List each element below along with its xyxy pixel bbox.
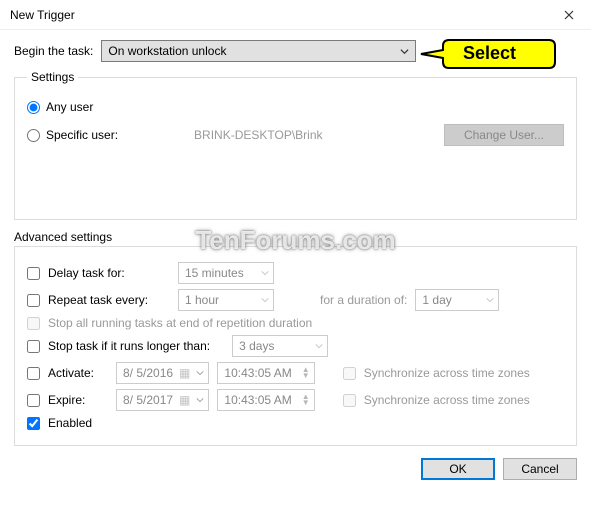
spinner-icon: ▲▼ xyxy=(302,394,310,406)
expire-time[interactable]: 10:43:05 AM ▲▼ xyxy=(217,389,314,411)
begin-task-label: Begin the task: xyxy=(14,44,93,58)
enabled-label: Enabled xyxy=(48,416,92,430)
chevron-down-icon xyxy=(261,296,269,304)
begin-task-value: On workstation unlock xyxy=(108,44,226,58)
chevron-down-icon xyxy=(196,369,204,377)
begin-task-select[interactable]: On workstation unlock xyxy=(101,40,416,62)
select-callout: Select xyxy=(419,36,559,72)
calendar-icon: ▦ xyxy=(179,393,190,407)
titlebar: New Trigger xyxy=(0,0,591,30)
stop-task-checkbox[interactable] xyxy=(27,340,40,353)
repeat-checkbox[interactable] xyxy=(27,294,40,307)
activate-date-value: 8/ 5/2016 xyxy=(123,366,173,380)
settings-legend: Settings xyxy=(27,70,78,84)
stop-task-select[interactable]: 3 days xyxy=(232,335,328,357)
stop-rep-label: Stop all running tasks at end of repetit… xyxy=(48,316,312,330)
chevron-down-icon xyxy=(315,342,323,350)
stop-task-value: 3 days xyxy=(239,339,274,353)
expire-date-value: 8/ 5/2017 xyxy=(123,393,173,407)
stop-rep-checkbox xyxy=(27,317,40,330)
duration-select[interactable]: 1 day xyxy=(415,289,499,311)
callout-label: Select xyxy=(463,43,516,64)
advanced-group: Delay task for: 15 minutes Repeat task e… xyxy=(14,246,577,446)
expire-label: Expire: xyxy=(48,393,108,407)
duration-label: for a duration of: xyxy=(320,293,407,307)
close-icon xyxy=(564,10,574,20)
specific-user-label: Specific user: xyxy=(46,128,118,142)
calendar-icon: ▦ xyxy=(179,366,190,380)
chevron-down-icon xyxy=(486,296,494,304)
stop-task-label: Stop task if it runs longer than: xyxy=(48,339,210,353)
activate-checkbox[interactable] xyxy=(27,367,40,380)
delay-checkbox[interactable] xyxy=(27,267,40,280)
repeat-label: Repeat task every: xyxy=(48,293,170,307)
activate-label: Activate: xyxy=(48,366,108,380)
expire-checkbox[interactable] xyxy=(27,394,40,407)
sync2-label: Synchronize across time zones xyxy=(364,393,530,407)
spinner-icon: ▲▼ xyxy=(302,367,310,379)
button-bar: OK Cancel xyxy=(14,458,577,480)
expire-date[interactable]: 8/ 5/2017 ▦ xyxy=(116,389,209,411)
repeat-value: 1 hour xyxy=(185,293,219,307)
specific-user-radio[interactable] xyxy=(27,129,40,142)
chevron-down-icon xyxy=(261,269,269,277)
activate-date[interactable]: 8/ 5/2016 ▦ xyxy=(116,362,209,384)
sync1-checkbox xyxy=(343,367,356,380)
activate-time-value: 10:43:05 AM xyxy=(224,366,291,380)
repeat-select[interactable]: 1 hour xyxy=(178,289,274,311)
advanced-legend: Advanced settings xyxy=(14,230,577,244)
activate-time[interactable]: 10:43:05 AM ▲▼ xyxy=(217,362,314,384)
change-user-button: Change User... xyxy=(444,124,564,146)
chevron-down-icon xyxy=(400,47,409,56)
window-title: New Trigger xyxy=(10,8,75,22)
delay-label: Delay task for: xyxy=(48,266,170,280)
close-button[interactable] xyxy=(546,0,591,30)
sync2-checkbox xyxy=(343,394,356,407)
sync1-label: Synchronize across time zones xyxy=(364,366,530,380)
any-user-label: Any user xyxy=(46,100,93,114)
ok-button[interactable]: OK xyxy=(421,458,495,480)
settings-group: Settings Any user Specific user: BRINK-D… xyxy=(14,70,577,220)
cancel-button[interactable]: Cancel xyxy=(503,458,577,480)
specific-user-value: BRINK-DESKTOP\Brink xyxy=(194,128,438,142)
enabled-checkbox[interactable] xyxy=(27,417,40,430)
duration-value: 1 day xyxy=(422,293,451,307)
chevron-down-icon xyxy=(196,396,204,404)
any-user-radio[interactable] xyxy=(27,101,40,114)
expire-time-value: 10:43:05 AM xyxy=(224,393,291,407)
delay-value: 15 minutes xyxy=(185,266,244,280)
delay-select[interactable]: 15 minutes xyxy=(178,262,274,284)
